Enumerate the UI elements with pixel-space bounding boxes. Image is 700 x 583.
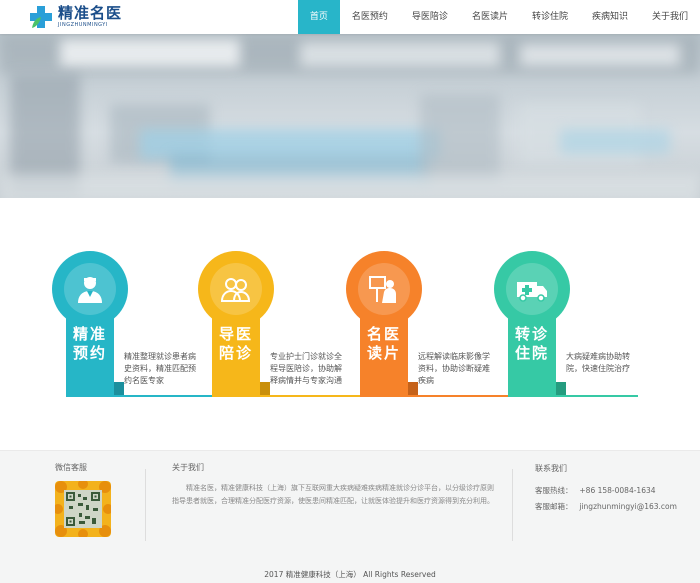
nav-home[interactable]: 首页 [297, 0, 340, 34]
nav-escort[interactable]: 导医陪诊 [400, 0, 460, 34]
footer-divider [145, 469, 146, 541]
divider-line [360, 395, 510, 397]
nav-about[interactable]: 关于我们 [640, 0, 700, 34]
wechat-qr-code-image [55, 481, 111, 537]
site-header: 精准名医 JINGZHUNMINGYI 首页 名医预约 导医陪诊 名医读片 转诊… [0, 0, 700, 34]
nav-appointment[interactable]: 名医预约 [340, 0, 400, 34]
doctor-icon [64, 263, 116, 315]
logo-title: 精准名医 [58, 3, 123, 22]
about-text: 精准名医，精准健康科技（上海）旗下互联网重大疾病疑难疾病精准就诊分诊平台，以分级… [172, 484, 494, 505]
ambulance-icon [506, 263, 558, 315]
footer-divider [512, 469, 513, 541]
main-nav: 首页 名医预约 导医陪诊 名医读片 转诊住院 疾病知识 关于我们 [297, 0, 700, 34]
hero-banner-image [0, 34, 700, 198]
divider-line [66, 395, 214, 397]
service-referral[interactable]: 转诊 住院 大病疑难病协助转院，快速住院治疗 [494, 251, 644, 401]
people-icon [210, 263, 262, 315]
logo[interactable]: 精准名医 JINGZHUNMINGYI [28, 4, 122, 30]
service-film-reading[interactable]: 名医 读片 远程解读临床影像学资料，协助诊断疑难疾病 [346, 251, 496, 401]
service-escort[interactable]: 导医 陪诊 专业护士门诊就诊全程导医陪诊，协助解释病情并与专家沟通 [198, 251, 348, 401]
service-title: 导医 陪诊 [218, 325, 253, 362]
service-title: 转诊 住院 [514, 325, 549, 362]
medical-cross-logo-icon [28, 4, 54, 30]
email-label: 客服邮箱： [535, 502, 573, 511]
site-footer: 微信客服 关于我们 精准名医，精准健康科技（上海）旗下互联网重大疾病疑难疾病精准… [0, 450, 700, 583]
service-description: 远程解读临床影像学资料，协助诊断疑难疾病 [418, 352, 490, 385]
service-description: 大病疑难病协助转院，快速住院治疗 [566, 352, 630, 373]
about-title: 关于我们 [172, 463, 204, 472]
logo-subtitle: JINGZHUNMINGYI [58, 21, 108, 28]
contact-title: 联系我们 [535, 464, 567, 473]
nav-film-reading[interactable]: 名医读片 [460, 0, 520, 34]
email-row: 客服邮箱： jingzhunmingyi@163.com [535, 501, 677, 512]
hotline-number[interactable]: +86 158-0084-1634 [579, 486, 655, 495]
service-title: 名医 读片 [366, 325, 401, 362]
page: 精准名医 JINGZHUNMINGYI 首页 名医预约 导医陪诊 名医读片 转诊… [0, 0, 700, 583]
service-description: 专业护士门诊就诊全程导医陪诊，协助解释病情并与专家沟通 [270, 352, 342, 385]
service-appointment[interactable]: 精准 预约 精准整理就诊患者病史资料，精准匹配预约名医专家 [52, 251, 202, 401]
nav-referral[interactable]: 转诊住院 [520, 0, 580, 34]
hotline-label: 客服热线： [535, 486, 573, 495]
divider-line [212, 395, 362, 397]
divider-line [508, 395, 638, 397]
hotline-row: 客服热线： +86 158-0084-1634 [535, 485, 656, 496]
services-section: 精准 预约 精准整理就诊患者病史资料，精准匹配预约名医专家 导医 陪诊 专业护士门诊… [0, 198, 700, 450]
wechat-title: 微信客服 [55, 463, 87, 472]
service-description: 精准整理就诊患者病史资料，精准匹配预约名医专家 [124, 352, 196, 385]
copyright: 2017 精准健康科技（上海） All Rights Reserved [264, 570, 436, 579]
service-title: 精准 预约 [72, 325, 107, 362]
presentation-icon [358, 263, 410, 315]
email-link[interactable]: jingzhunmingyi@163.com [579, 502, 677, 511]
nav-disease-knowledge[interactable]: 疾病知识 [580, 0, 640, 34]
